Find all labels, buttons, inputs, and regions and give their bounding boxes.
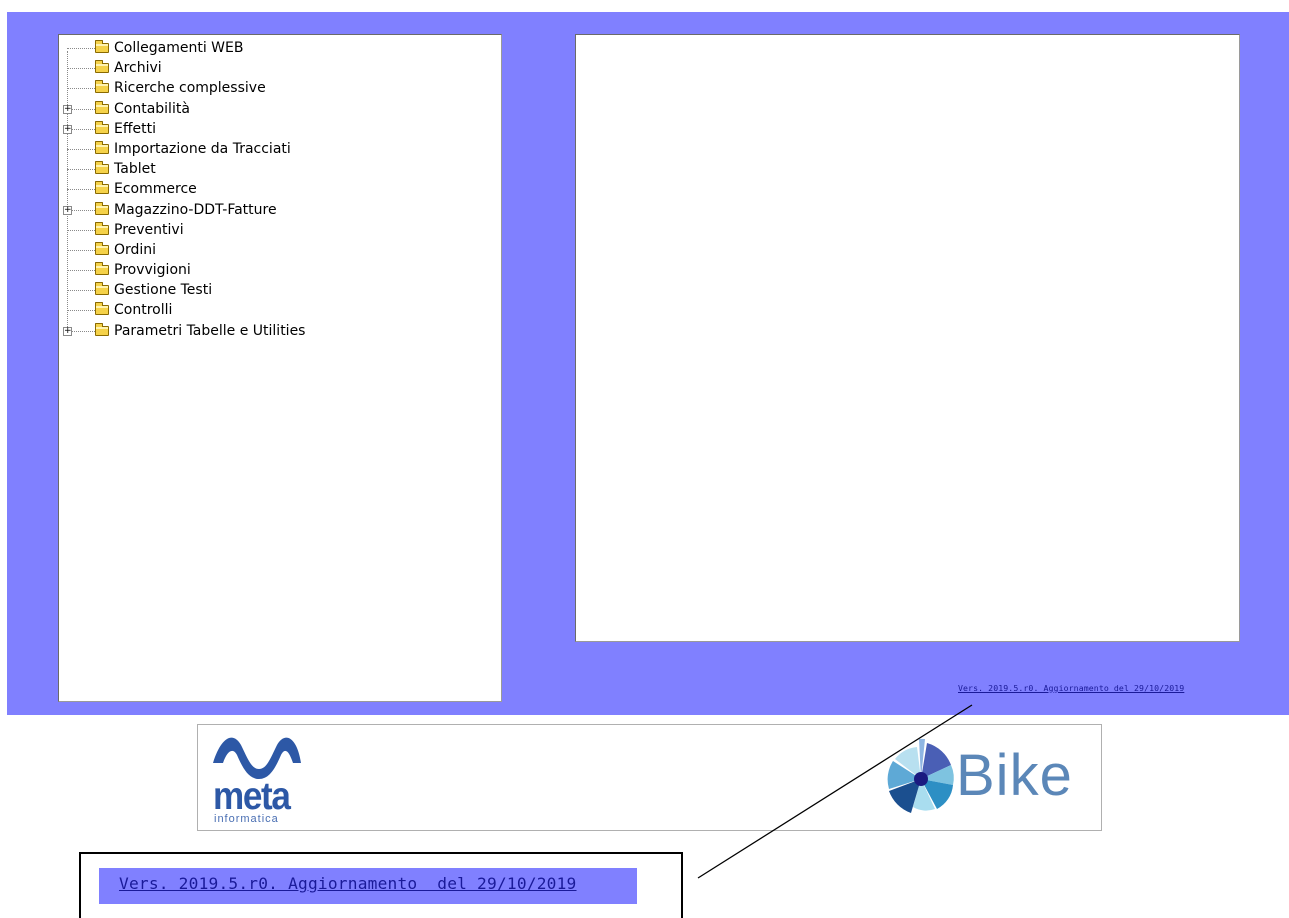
navigation-tree: Collegamenti WEB Archivi Ricerche compless… xyxy=(59,38,501,341)
zoom-callout-box: Vers. 2019.5.r0. Aggiornamento del 29/10… xyxy=(79,852,683,918)
folder-icon xyxy=(95,302,109,316)
tree-connector xyxy=(67,169,95,171)
folder-icon xyxy=(95,282,109,296)
folder-icon xyxy=(95,80,109,94)
tree-item-label: Archivi xyxy=(114,60,162,77)
tree-item-label: Effetti xyxy=(114,120,156,137)
zoom-version-link: Vers. 2019.5.r0. Aggiornamento del 29/10… xyxy=(119,874,577,893)
folder-icon xyxy=(95,40,109,53)
folder-icon xyxy=(95,161,109,175)
tree-connector xyxy=(67,290,95,292)
tree-item[interactable]: Ordini xyxy=(59,240,501,260)
tree-item[interactable]: Gestione Testi xyxy=(59,280,501,300)
tree-item-label: Gestione Testi xyxy=(114,282,213,299)
tree-item-label: Controlli xyxy=(114,302,173,319)
tree-item[interactable]: Preventivi xyxy=(59,220,501,240)
tree-item[interactable]: Controlli xyxy=(59,300,501,320)
navigation-tree-panel: Collegamenti WEB Archivi Ricerche compless… xyxy=(58,34,502,702)
tree-item-label: Importazione da Tracciati xyxy=(114,140,291,157)
folder-icon xyxy=(95,100,109,114)
meta-logo-subtitle: informatica xyxy=(214,813,279,825)
tree-item[interactable]: Collegamenti WEB xyxy=(59,38,501,58)
folder-icon xyxy=(95,322,109,336)
tree-item[interactable]: Tablet xyxy=(59,159,501,179)
folder-icon xyxy=(95,221,109,235)
tree-item-label: Contabilità xyxy=(114,100,190,117)
tree-item-label: Ricerche complessive xyxy=(114,80,266,97)
tree-item-label: Collegamenti WEB xyxy=(114,40,244,56)
tree-connector xyxy=(67,249,95,251)
tree-connector xyxy=(67,310,95,312)
folder-icon xyxy=(95,120,109,134)
tree-connector xyxy=(67,88,95,90)
zoom-callout-background: Vers. 2019.5.r0. Aggiornamento del 29/10… xyxy=(99,868,637,904)
tree-item-label: Ordini xyxy=(114,241,157,258)
bike-logo-word: Bike xyxy=(956,743,1073,808)
tree-item-label: Ecommerce xyxy=(114,181,197,198)
tree-connector xyxy=(67,229,95,231)
tree-item[interactable]: + Contabilità xyxy=(59,99,501,119)
tree-item[interactable]: Ecommerce xyxy=(59,179,501,199)
folder-icon xyxy=(95,241,109,255)
tree-item[interactable]: Archivi xyxy=(59,58,501,78)
folder-icon xyxy=(95,181,109,195)
folder-icon xyxy=(95,140,109,154)
folder-icon xyxy=(95,201,109,215)
version-link[interactable]: Vers. 2019.5.r0. Aggiornamento del 29/10… xyxy=(958,683,1184,693)
tree-item[interactable]: Importazione da Tracciati xyxy=(59,139,501,159)
tree-connector xyxy=(67,270,95,272)
tree-item[interactable]: + Magazzino-DDT-Fatture xyxy=(59,200,501,220)
tree-connector xyxy=(67,148,95,150)
content-panel xyxy=(575,34,1240,642)
tree-connector xyxy=(67,48,95,49)
tree-item-label: Tablet xyxy=(114,161,156,178)
tree-connector xyxy=(67,189,95,191)
expand-toggle-icon[interactable]: + xyxy=(63,326,72,336)
tree-item-label: Parametri Tabelle e Utilities xyxy=(114,322,306,339)
tree-item[interactable]: Provvigioni xyxy=(59,260,501,280)
tree-item[interactable]: Ricerche complessive xyxy=(59,78,501,98)
tree-item[interactable]: + Parametri Tabelle e Utilities xyxy=(59,321,501,341)
tree-item-label: Provvigioni xyxy=(114,262,191,279)
folder-icon xyxy=(95,262,109,276)
tree-item-label: Preventivi xyxy=(114,221,184,238)
expand-toggle-icon[interactable]: + xyxy=(63,124,72,134)
tree-connector xyxy=(67,68,95,70)
tree-item-label: Magazzino-DDT-Fatture xyxy=(114,201,277,218)
folder-icon xyxy=(95,60,109,74)
bike-logo-icon xyxy=(887,738,954,813)
expand-toggle-icon[interactable]: + xyxy=(63,104,72,114)
expand-toggle-icon[interactable]: + xyxy=(63,205,72,215)
tree-item[interactable]: + Effetti xyxy=(59,119,501,139)
